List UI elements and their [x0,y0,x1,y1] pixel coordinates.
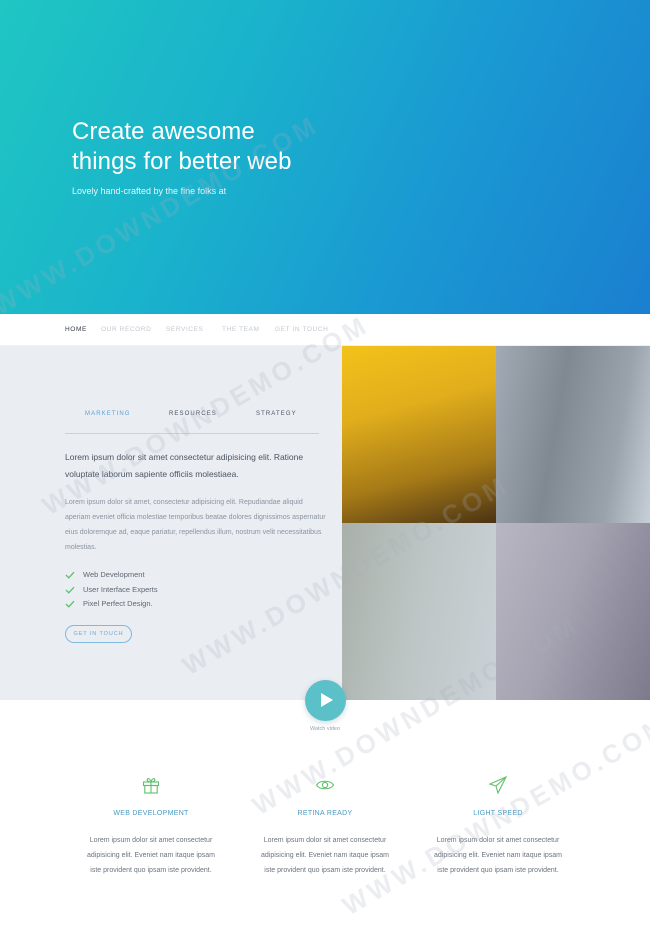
hero-section: Create awesome things for better web Lov… [0,0,650,314]
paper-plane-icon [488,775,508,795]
gallery-image-silver [342,523,496,700]
service-title: RETINA READY [297,810,353,817]
checklist-item: Web Development [65,569,158,584]
gallery-image-lavender [496,523,650,700]
service-text: Lorem ipsum dolor sit amet consectetur a… [260,837,389,874]
hero-title-line-1: Create awesome [72,118,255,145]
eye-icon [315,780,335,790]
tab-strategy[interactable]: STRATEGY [256,411,297,417]
checklist-item: Pixel Perfect Design. [65,598,158,613]
service-text: Lorem ipsum dolor sit amet consectetur a… [86,837,215,874]
check-icon [65,586,75,594]
hero-title-line-2: things for better web [72,148,292,175]
gift-icon [142,778,160,794]
service-web-development: WEB DEVELOPMENT Lorem ipsum dolor sit am… [81,775,221,878]
service-title: LIGHT SPEED [473,810,523,817]
service-text: Lorem ipsum dolor sit amet consectetur a… [433,837,562,874]
nav-item-get-in-touch[interactable]: GET IN TOUCH [275,326,328,333]
check-icon [65,600,75,608]
gallery-image-yellow [342,346,496,523]
hero-subtitle: Lovely hand-crafted by the fine folks at [72,186,227,196]
gallery-image-grey [496,346,650,523]
service-title: WEB DEVELOPMENT [113,810,189,817]
nav-item-services[interactable]: SERVICES [166,326,204,333]
hero-title: Create awesome things for better web [72,117,292,177]
feature-lead-text: Lorem ipsum dolor sit amet consectetur a… [65,452,304,479]
nav-item-the-team[interactable]: THE TEAM [222,326,260,333]
play-icon [321,693,333,707]
service-retina-ready: RETINA READY Lorem ipsum dolor sit amet … [255,775,395,878]
checklist-item: User Interface Experts [65,584,158,599]
main-nav: HOME OUR RECORD SERVICES THE TEAM GET IN… [0,314,650,346]
service-light-speed: LIGHT SPEED Lorem ipsum dolor sit amet c… [428,775,568,878]
feature-tabs: MARKETING RESOURCES STRATEGY [65,410,319,434]
feature-checklist: Web Development User Interface Experts P… [65,569,158,613]
play-video-button[interactable] [305,680,346,721]
nav-item-home[interactable]: HOME [65,326,87,333]
checklist-item-label: Pixel Perfect Design. [83,599,153,608]
tab-resources[interactable]: RESOURCES [169,411,217,417]
check-icon [65,571,75,579]
feature-body-text: Lorem ipsum dolor sit amet, consectetur … [65,499,326,551]
landing-page: Create awesome things for better web Lov… [0,0,650,938]
get-in-touch-button[interactable]: GET IN TOUCH [65,625,132,643]
checklist-item-label: Web Development [83,570,145,579]
nav-item-our-record[interactable]: OUR RECORD [101,326,151,333]
tab-marketing[interactable]: MARKETING [85,411,131,417]
watch-video-label: Watch video [309,726,341,732]
checklist-item-label: User Interface Experts [83,584,158,594]
